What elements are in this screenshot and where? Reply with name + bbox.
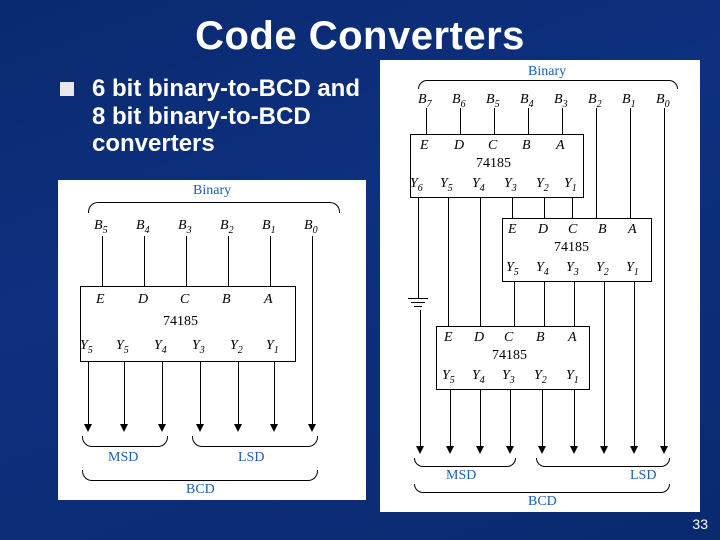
fig6-in-b1: B1 [262,218,276,236]
page-number: 33 [692,516,708,532]
fig8-b6: B6 [452,92,466,110]
fig6-pin-a: A [264,292,273,308]
fig6-pin-b: B [222,292,231,308]
slide-title: Code Converters [0,0,720,59]
fig8-bcd: BCD [528,494,557,510]
fig6-out-y3: Y3 [192,338,205,356]
fig6-out-y4: Y4 [154,338,167,356]
fig6-out-y5a: Y5 [80,338,93,356]
fig8-b7: B7 [418,92,432,110]
fig8-b3: B3 [554,92,568,110]
fig6-bcd: BCD [186,482,215,498]
fig8-chip1-name: 74185 [476,156,511,172]
fig8-b5: B5 [486,92,500,110]
fig6-out-y2: Y2 [230,338,243,356]
bullet-icon [60,82,74,96]
fig6-pin-d: D [138,292,148,308]
fig6-chip-name: 74185 [163,314,198,330]
figure-8bit: Binary B7 B6 B5 B4 B3 B2 B1 B0 E D C B A… [380,60,700,512]
fig8-lsd: LSD [630,468,656,484]
fig6-msd: MSD [108,450,138,466]
fig6-in-b4: B4 [136,218,150,236]
fig6-lsd: LSD [238,450,264,466]
body-text: 6 bit binary-to-BCD and 8 bit binary-to-… [92,75,362,158]
fig8-b4: B4 [520,92,534,110]
fig6-pin-e: E [96,292,105,308]
fig8-msd: MSD [446,468,476,484]
fig8-chip2-name: 74185 [554,240,589,256]
fig8-b2: B2 [588,92,602,110]
fig6-in-b0: B0 [304,218,318,236]
fig6-out-y1: Y1 [266,338,279,356]
fig8-binary-label: Binary [528,64,566,80]
fig6-out-y5b: Y5 [116,338,129,356]
figure-6bit: Binary B5 B4 B3 B2 B1 B0 E D C B A 74185… [58,180,366,500]
fig6-pin-c: C [180,292,189,308]
fig8-b0: B0 [656,92,670,110]
fig8-b1: B1 [622,92,636,110]
fig8-chip3-name: 74185 [492,348,527,364]
fig6-in-b3: B3 [178,218,192,236]
fig6-binary-label: Binary [193,183,231,199]
fig6-in-b5: B5 [94,218,108,236]
fig6-in-b2: B2 [220,218,234,236]
